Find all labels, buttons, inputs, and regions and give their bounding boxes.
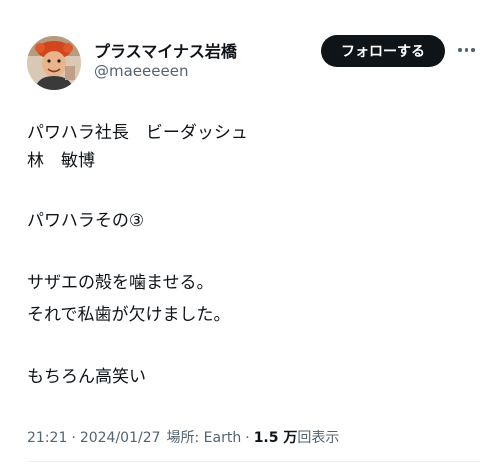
tweet-text-line: パワハラ社長 ビーダッシュ [27,123,248,143]
views-label: 回表示 [297,430,340,446]
views-count[interactable]: 1.5 万 [254,427,298,447]
divider [27,461,480,462]
more-dot [464,48,468,52]
tweet-location: 場所: Earth [166,430,242,446]
meta-separator: · [245,430,250,446]
tweet-text-line: もちろん高笑い [27,367,146,387]
tweet-date[interactable]: 2024/01/27 [80,430,161,446]
tweet-text-line: それで私歯が欠けました。 [27,305,231,325]
tweet-card: プラスマイナス岩橋 @maeeeeen フォローする パワハラ社長 ビーダッシュ… [0,0,480,466]
meta-separator: · [71,430,76,446]
avatar[interactable] [27,36,81,90]
more-dot [458,48,462,52]
display-name[interactable]: プラスマイナス岩橋 [94,38,237,62]
tweet-text-line: サザエの殻を噛ませる。 [27,273,214,293]
more-dot [471,48,475,52]
avatar-image [27,36,81,90]
tweet-text-line: パワハラその③ [27,211,145,231]
more-options-icon[interactable] [458,40,480,60]
tweet-time[interactable]: 21:21 [27,430,67,446]
follow-button[interactable]: フォローする [321,35,445,67]
tweet-meta: 21:21 · 2024/01/27 場所: Earth · 1.5 万 回表示 [27,427,339,447]
tweet-text-line: 林 敏博 [27,151,95,171]
user-handle[interactable]: @maeeeeen [94,62,188,80]
